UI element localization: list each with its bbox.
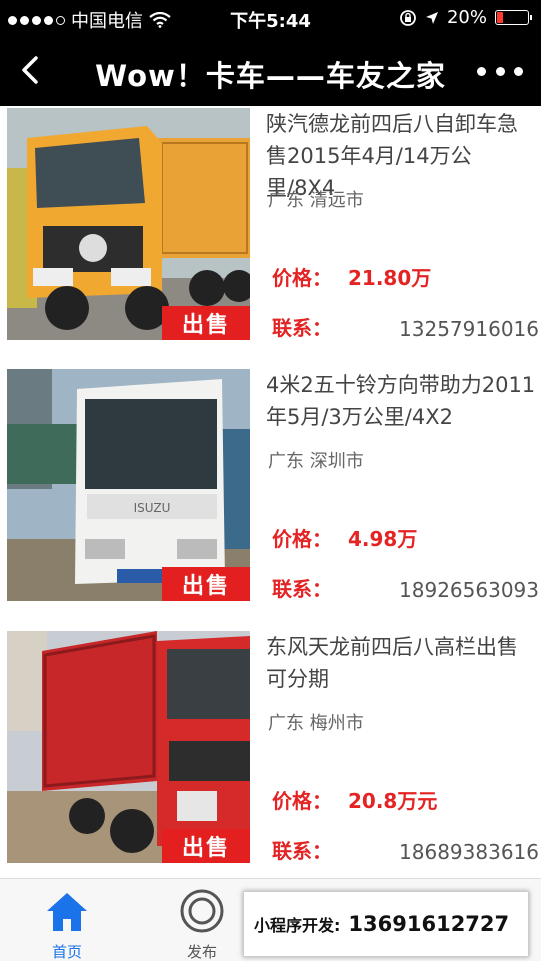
listing-location: 广东 深圳市 <box>268 451 364 472</box>
price-label: 价格： <box>272 789 332 813</box>
contact-phone[interactable]: 18926563093 <box>399 578 539 602</box>
svg-text:ISUZU: ISUZU <box>134 501 171 515</box>
more-dot-icon <box>477 66 486 76</box>
page-title: Wow！卡车——车友之家 <box>95 59 446 93</box>
more-menu-button[interactable] <box>477 56 523 86</box>
price-value: 21.80万 <box>348 266 432 290</box>
battery-percent: 20% <box>446 7 487 28</box>
price-label: 价格： <box>272 266 332 290</box>
more-dot-icon <box>495 66 505 76</box>
list-item[interactable]: 出售 陕汽德龙前四后八自卸车急售2015年4月/14万公里/8X4 广东 清远市… <box>0 108 541 360</box>
list-item[interactable]: ISUZU 出售 4米2五十铃方向带助力2011年5月/3万公里/4X2 广东 … <box>0 369 541 621</box>
tab-home-label: 首页 <box>51 943 82 961</box>
contact-label: 联系： <box>272 316 332 340</box>
listing-location: 广东 清远市 <box>268 190 364 211</box>
tab-publish[interactable]: 发布 <box>152 879 252 961</box>
for-sale-tag: 出售 <box>162 567 250 601</box>
location-arrow-icon <box>425 11 438 24</box>
promo-phone[interactable]: 13691612727 <box>348 912 509 936</box>
nav-bar: Wow！卡车——车友之家 <box>0 36 541 106</box>
contact-label: 联系： <box>272 839 332 863</box>
price-value: 4.98万 <box>348 527 418 551</box>
tab-home[interactable]: 首页 <box>17 879 117 961</box>
contact-phone[interactable]: 18689383616 <box>399 840 539 864</box>
for-sale-tag: 出售 <box>162 829 250 863</box>
home-icon <box>47 893 87 931</box>
for-sale-tag: 出售 <box>162 306 250 340</box>
truck-photo[interactable]: 出售 <box>7 108 250 340</box>
more-dot-icon <box>514 66 523 76</box>
contact-phone[interactable]: 13257916016 <box>399 317 539 341</box>
listing-title[interactable]: 东风天龙前四后八高栏出售可分期 <box>266 631 536 695</box>
contact-label: 联系： <box>272 577 332 601</box>
price-label: 价格： <box>272 527 332 551</box>
listing-title[interactable]: 4米2五十铃方向带助力2011年5月/3万公里/4X2 <box>266 369 536 433</box>
promo-banner[interactable]: 小程序开发: 13691612727 <box>243 891 529 957</box>
tab-publish-label: 发布 <box>186 943 217 961</box>
truck-photo[interactable]: 出售 <box>7 631 250 863</box>
orientation-lock-icon <box>400 9 416 26</box>
promo-label: 小程序开发: <box>254 916 341 935</box>
list-item[interactable]: 出售 东风天龙前四后八高栏出售可分期 广东 梅州市 价格： 20.8万元 联系：… <box>0 631 541 883</box>
listing-location: 广东 梅州市 <box>268 713 364 734</box>
price-value: 20.8万元 <box>348 789 438 813</box>
status-right: 20% <box>399 7 532 28</box>
battery-icon <box>495 10 532 25</box>
status-bar: 中国电信 下午5:44 20% <box>0 0 541 36</box>
publish-icon <box>180 889 224 933</box>
truck-photo[interactable]: ISUZU 出售 <box>7 369 250 601</box>
